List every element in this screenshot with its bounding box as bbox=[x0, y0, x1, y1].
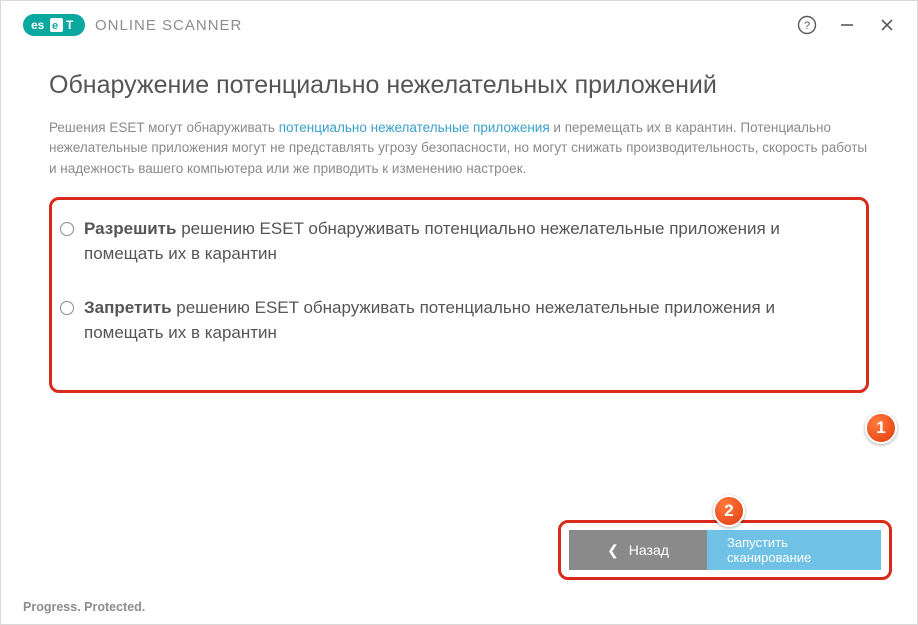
radio-deny[interactable] bbox=[60, 301, 74, 315]
minimize-button[interactable] bbox=[827, 5, 867, 45]
svg-text:e: e bbox=[52, 20, 58, 32]
app-logo: es e T ONLINE SCANNER bbox=[23, 14, 242, 36]
option-deny[interactable]: Запретить решению ESET обнаруживать поте… bbox=[60, 295, 852, 346]
start-scan-button[interactable]: Запустить сканирование bbox=[707, 530, 881, 570]
svg-text:T: T bbox=[66, 18, 74, 32]
chevron-left-icon: ❮ bbox=[607, 542, 619, 559]
option-allow-label: Разрешить решению ESET обнаруживать поте… bbox=[84, 216, 852, 267]
intro-pre: Решения ESET могут обнаруживать bbox=[49, 120, 279, 135]
brand-text: ONLINE SCANNER bbox=[95, 17, 242, 34]
minimize-icon bbox=[839, 17, 855, 33]
annotation-badge-2: 2 bbox=[713, 495, 745, 527]
help-button[interactable]: ? bbox=[787, 5, 827, 45]
back-button-label: Назад bbox=[629, 542, 669, 558]
option-allow[interactable]: Разрешить решению ESET обнаруживать поте… bbox=[60, 216, 852, 267]
help-icon: ? bbox=[797, 15, 817, 35]
titlebar: es e T ONLINE SCANNER ? bbox=[1, 1, 917, 49]
intro-text: Решения ESET могут обнаруживать потенциа… bbox=[49, 118, 869, 179]
back-button[interactable]: ❮ Назад bbox=[569, 530, 707, 570]
content-area: Обнаружение потенциально нежелательных п… bbox=[1, 49, 917, 393]
eset-logo-icon: es e T bbox=[23, 14, 85, 36]
footer-tagline: Progress. Protected. bbox=[23, 600, 145, 614]
options-callout: Разрешить решению ESET обнаруживать поте… bbox=[49, 197, 869, 393]
annotation-badge-1: 1 bbox=[865, 412, 897, 444]
page-title: Обнаружение потенциально нежелательных п… bbox=[49, 71, 869, 100]
svg-text:es: es bbox=[31, 18, 45, 32]
intro-link[interactable]: потенциально нежелательные приложения bbox=[279, 120, 550, 135]
radio-allow[interactable] bbox=[60, 222, 74, 236]
close-icon bbox=[879, 17, 895, 33]
svg-text:?: ? bbox=[804, 20, 810, 32]
footer-buttons-callout: ❮ Назад Запустить сканирование bbox=[558, 520, 892, 580]
close-button[interactable] bbox=[867, 5, 907, 45]
option-deny-label: Запретить решению ESET обнаруживать поте… bbox=[84, 295, 852, 346]
start-scan-label: Запустить сканирование bbox=[727, 535, 861, 565]
